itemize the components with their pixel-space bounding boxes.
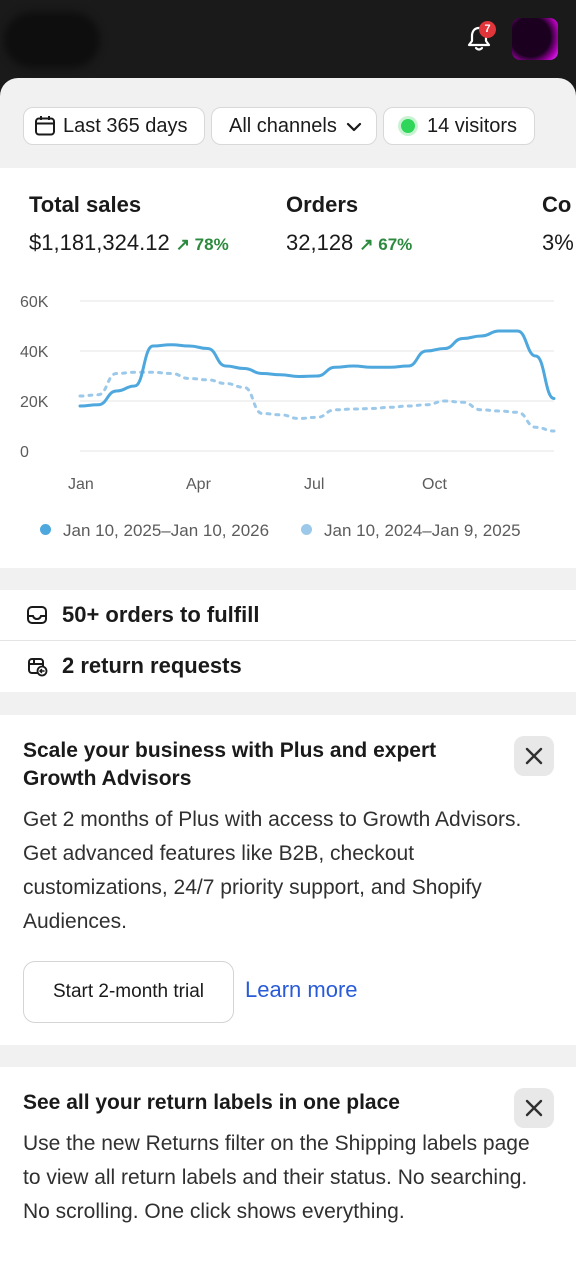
- x-tick-label: Jul: [304, 476, 324, 493]
- metric-value: 32,128 ↗ 67%: [286, 230, 412, 256]
- channels-dropdown[interactable]: All channels: [211, 107, 377, 145]
- notification-badge: 7: [479, 21, 496, 38]
- metric-number: 32,128: [286, 230, 354, 255]
- dismiss-button[interactable]: [514, 736, 554, 776]
- close-icon: [525, 1099, 543, 1117]
- legend-item: Jan 10, 2024–Jan 9, 2025: [301, 521, 521, 541]
- series-line-previous: [78, 370, 556, 433]
- live-dot-icon: [401, 119, 415, 133]
- metric-number: $1,181,324.12: [29, 230, 170, 255]
- learn-more-link[interactable]: Learn more: [245, 977, 358, 1003]
- card-body: Use the new Returns filter on the Shippi…: [23, 1132, 530, 1223]
- chevron-down-icon: [346, 122, 362, 132]
- store-logo[interactable]: [4, 12, 100, 68]
- metric-value: 3%: [542, 230, 574, 256]
- card-body: Get 2 months of Plus with access to Grow…: [23, 808, 522, 933]
- metric-delta-value: 78%: [194, 235, 229, 254]
- avatar[interactable]: [512, 18, 558, 60]
- y-tick-label: 60K: [20, 294, 49, 311]
- metric-orders[interactable]: Orders 32,128 ↗ 67%: [286, 192, 412, 256]
- card-title: See all your return labels in one place: [23, 1091, 400, 1114]
- home-sheet: Last 365 days All channels 14 visitors T…: [0, 78, 576, 1280]
- channels-label: All channels: [229, 115, 337, 137]
- date-range-label: Last 365 days: [63, 115, 188, 137]
- chart-legend: Jan 10, 2025–Jan 10, 2026 Jan 10, 2024–J…: [0, 521, 576, 545]
- x-tick-label: Oct: [422, 476, 447, 493]
- y-tick-label: 0: [20, 444, 29, 461]
- top-bar: 7: [0, 0, 576, 80]
- plus-promo-card: Scale your business with Plus and expert…: [0, 715, 576, 1045]
- task-list: 50+ orders to fulfill 2 return requests: [0, 590, 576, 692]
- date-range-button[interactable]: Last 365 days: [23, 107, 205, 145]
- task-return-requests[interactable]: 2 return requests: [0, 641, 576, 692]
- visitors-label: 14 visitors: [427, 115, 518, 137]
- return-box-icon: [28, 658, 48, 677]
- card-title: Scale your business with Plus and expert…: [23, 739, 437, 790]
- y-tick-label: 20K: [20, 394, 49, 411]
- metric-delta: ↗ 67%: [359, 235, 413, 254]
- metric-value: $1,181,324.12 ↗ 78%: [29, 230, 229, 256]
- legend-swatch: [40, 524, 51, 535]
- live-visitors-button[interactable]: 14 visitors: [383, 107, 535, 145]
- filter-bar: Last 365 days All channels 14 visitors: [0, 78, 576, 168]
- legend-label: Jan 10, 2024–Jan 9, 2025: [324, 521, 521, 540]
- x-tick-label: Jan: [68, 476, 94, 493]
- calendar-icon: [35, 116, 55, 136]
- metric-delta-value: 67%: [378, 235, 413, 254]
- metric-delta: ↗ 78%: [175, 235, 229, 254]
- close-icon: [525, 747, 543, 765]
- metric-total-sales[interactable]: Total sales $1,181,324.12 ↗ 78%: [29, 192, 229, 256]
- start-trial-button[interactable]: Start 2-month trial: [23, 961, 234, 1023]
- metric-number: 3%: [542, 230, 574, 255]
- task-label: 2 return requests: [62, 653, 242, 678]
- y-tick-label: 40K: [20, 344, 49, 361]
- inbox-icon: [27, 606, 47, 624]
- metric-label: Co: [542, 192, 572, 217]
- x-tick-label: Apr: [186, 476, 212, 493]
- series-line-current: [78, 329, 556, 408]
- legend-swatch: [301, 524, 312, 535]
- metric-conversion[interactable]: Co 3%: [542, 192, 574, 256]
- task-orders-to-fulfill[interactable]: 50+ orders to fulfill: [0, 590, 576, 641]
- sales-line-chart: 60K 40K 20K 0 Jan Apr Jul Oct: [20, 294, 556, 493]
- metric-label: Orders: [286, 192, 359, 217]
- legend-label: Jan 10, 2025–Jan 10, 2026: [63, 521, 270, 540]
- metric-label: Total sales: [29, 192, 142, 217]
- task-label: 50+ orders to fulfill: [62, 602, 260, 627]
- metrics-panel: Total sales $1,181,324.12 ↗ 78% Orders 32…: [0, 168, 576, 568]
- legend-item: Jan 10, 2025–Jan 10, 2026: [40, 521, 269, 541]
- dismiss-button[interactable]: [514, 1088, 554, 1128]
- return-labels-card: See all your return labels in one place …: [0, 1067, 576, 1280]
